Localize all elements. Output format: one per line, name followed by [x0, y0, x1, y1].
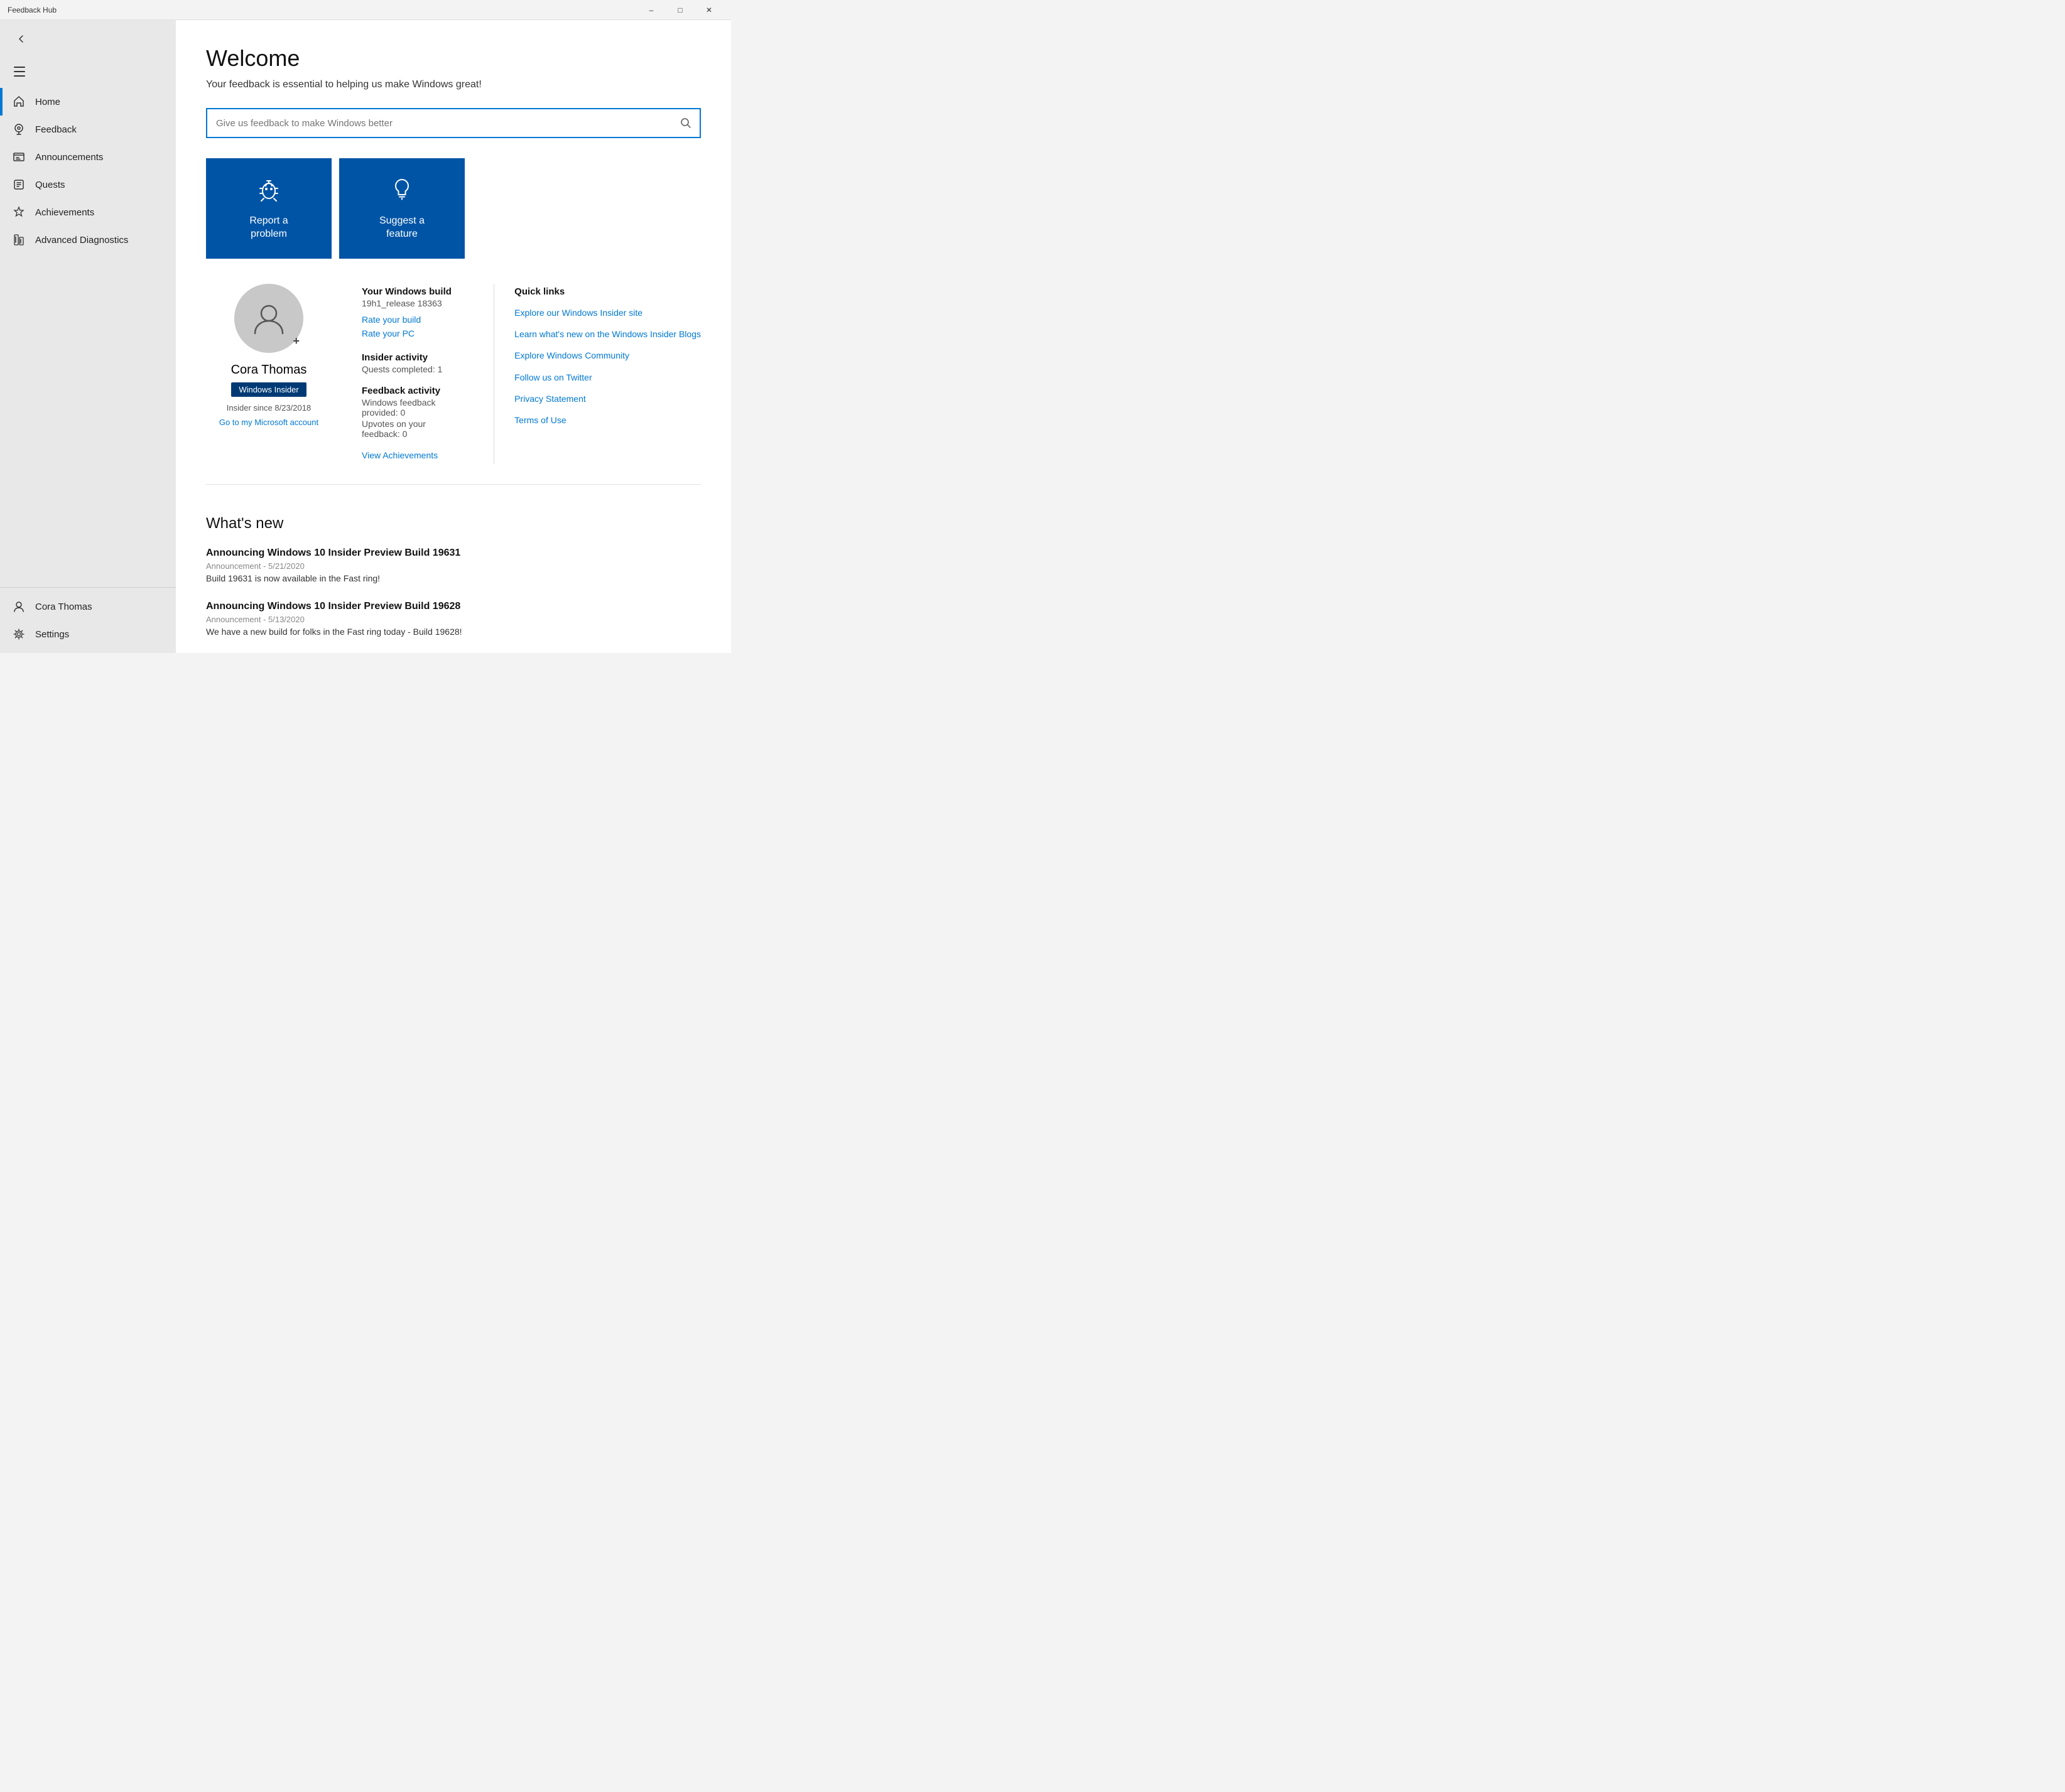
news-item-1-meta: Announcement - 5/13/2020 [206, 615, 701, 624]
feedback-activity-label: Feedback activity [362, 386, 463, 396]
app-container: Home Feedback [0, 20, 731, 653]
diagnostics-icon [13, 234, 25, 246]
feedback-icon [13, 123, 25, 136]
window-controls: – □ ✕ [637, 0, 724, 20]
search-input[interactable] [207, 112, 672, 135]
sidebar-item-user[interactable]: Cora Thomas [0, 593, 176, 620]
main-content: Welcome Your feedback is essential to he… [176, 20, 731, 653]
sidebar-item-achievements[interactable]: Achievements [0, 198, 176, 226]
bug-icon [255, 176, 283, 207]
build-value: 19h1_release 18363 [362, 298, 463, 308]
news-item-0-meta: Announcement - 5/21/2020 [206, 561, 701, 571]
quests-completed: Quests completed: 1 [362, 364, 463, 374]
maximize-button[interactable]: □ [666, 0, 695, 20]
titlebar: Feedback Hub – □ ✕ [0, 0, 731, 20]
sidebar-item-achievements-label: Achievements [35, 207, 94, 218]
sidebar-item-settings[interactable]: Settings [0, 620, 176, 648]
sidebar-item-quests[interactable]: Quests [0, 171, 176, 198]
quick-link-privacy[interactable]: Privacy Statement [514, 393, 701, 404]
sidebar-item-announcements[interactable]: Announcements [0, 143, 176, 171]
sidebar-item-quests-label: Quests [35, 180, 65, 190]
hamburger-button[interactable] [10, 60, 33, 83]
close-button[interactable]: ✕ [695, 0, 724, 20]
hamburger-area [0, 58, 176, 88]
sidebar-item-feedback[interactable]: Feedback [0, 116, 176, 143]
home-icon [13, 95, 25, 108]
announcements-icon [13, 151, 25, 163]
sidebar-item-home-label: Home [35, 97, 60, 107]
quick-link-community[interactable]: Explore Windows Community [514, 350, 701, 361]
settings-icon [13, 628, 25, 640]
news-item-1: Announcing Windows 10 Insider Preview Bu… [206, 601, 701, 637]
sidebar-item-announcements-label: Announcements [35, 152, 103, 163]
upvotes: Upvotes on your feedback: 0 [362, 419, 463, 439]
profile-name: Cora Thomas [231, 363, 307, 377]
quick-links-title: Quick links [514, 286, 701, 297]
news-item-1-desc: We have a new build for folks in the Fas… [206, 627, 701, 637]
rate-build-link[interactable]: Rate your build [362, 315, 463, 325]
news-item-0-title: Announcing Windows 10 Insider Preview Bu… [206, 548, 701, 559]
welcome-subtitle: Your feedback is essential to helping us… [206, 79, 701, 90]
quick-links: Quick links Explore our Windows Insider … [494, 284, 701, 464]
build-label: Your Windows build [362, 286, 463, 297]
sidebar: Home Feedback [0, 20, 176, 653]
sidebar-nav: Home Feedback [0, 88, 176, 587]
minimize-button[interactable]: – [637, 0, 666, 20]
insider-activity-label: Insider activity [362, 352, 463, 363]
welcome-title: Welcome [206, 45, 701, 72]
sidebar-item-home[interactable]: Home [0, 88, 176, 116]
quick-link-insider-site[interactable]: Explore our Windows Insider site [514, 307, 701, 318]
suggest-feature-button[interactable]: Suggest afeature [339, 158, 465, 259]
rate-pc-link[interactable]: Rate your PC [362, 328, 463, 338]
sidebar-top [0, 20, 176, 58]
news-item-0-desc: Build 19631 is now available in the Fast… [206, 573, 701, 583]
sidebar-bottom: Cora Thomas Settings [0, 587, 176, 653]
action-buttons: Report aproblem Suggest afeature [206, 158, 701, 259]
feedback-provided: Windows feedback provided: 0 [362, 397, 463, 418]
search-container [206, 108, 701, 138]
news-item-0: Announcing Windows 10 Insider Preview Bu… [206, 548, 701, 583]
profile-since: Insider since 8/23/2018 [227, 403, 311, 413]
profile-section: + Cora Thomas Windows Insider Insider si… [206, 284, 701, 485]
report-problem-label: Report aproblem [249, 215, 288, 241]
lightbulb-icon [388, 176, 416, 207]
app-title: Feedback Hub [8, 6, 637, 14]
sidebar-item-advanced[interactable]: Advanced Diagnostics [0, 226, 176, 254]
user-icon [13, 600, 25, 613]
achievements-icon [13, 206, 25, 219]
suggest-feature-label: Suggest afeature [379, 215, 425, 241]
view-achievements-link[interactable]: View Achievements [362, 450, 463, 460]
sidebar-user-label: Cora Thomas [35, 602, 92, 612]
back-button[interactable] [10, 28, 33, 50]
sidebar-item-advanced-label: Advanced Diagnostics [35, 235, 128, 246]
profile-center: Your Windows build 19h1_release 18363 Ra… [362, 284, 463, 464]
quick-link-twitter[interactable]: Follow us on Twitter [514, 372, 701, 383]
whats-new-section: What's new Announcing Windows 10 Insider… [206, 515, 701, 637]
quick-link-terms[interactable]: Terms of Use [514, 414, 701, 426]
avatar-plus-icon: + [293, 335, 300, 348]
insider-badge: Windows Insider [231, 382, 306, 397]
search-button[interactable] [672, 109, 700, 137]
avatar: + [234, 284, 303, 353]
quick-link-insider-blogs[interactable]: Learn what's new on the Windows Insider … [514, 328, 701, 340]
sidebar-item-feedback-label: Feedback [35, 124, 77, 135]
quests-icon [13, 178, 25, 191]
whats-new-title: What's new [206, 515, 701, 532]
profile-left: + Cora Thomas Windows Insider Insider si… [206, 284, 332, 464]
go-to-account-link[interactable]: Go to my Microsoft account [219, 418, 318, 427]
sidebar-settings-label: Settings [35, 629, 69, 640]
news-item-1-title: Announcing Windows 10 Insider Preview Bu… [206, 601, 701, 612]
report-problem-button[interactable]: Report aproblem [206, 158, 332, 259]
